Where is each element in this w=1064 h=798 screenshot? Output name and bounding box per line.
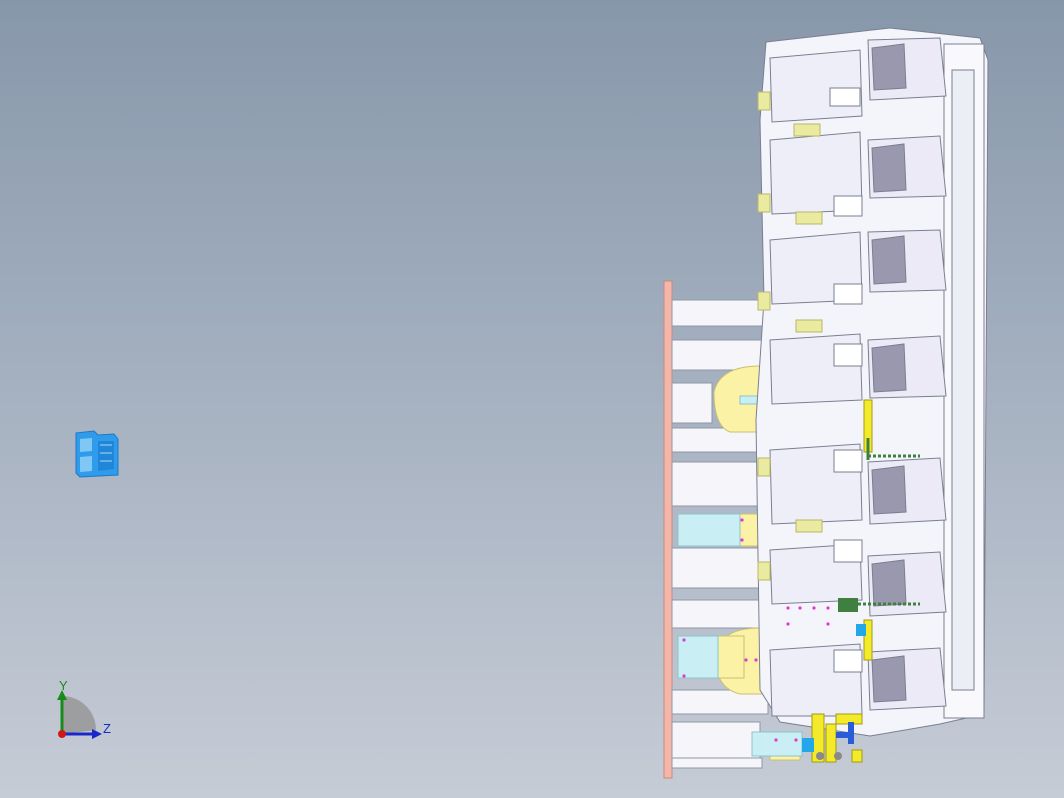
graphics-viewport[interactable]: Y Z <box>0 0 1064 798</box>
coordinate-triad <box>57 690 102 739</box>
fixture-assembly-model[interactable] <box>0 0 1064 798</box>
axis-y-label: Y <box>59 678 68 693</box>
axis-z-arrow-icon <box>92 729 102 739</box>
axis-x-dot <box>58 730 66 738</box>
base-plate[interactable] <box>663 280 673 779</box>
view-orientation-icon[interactable] <box>74 429 120 479</box>
axis-z-label: Z <box>103 721 111 736</box>
